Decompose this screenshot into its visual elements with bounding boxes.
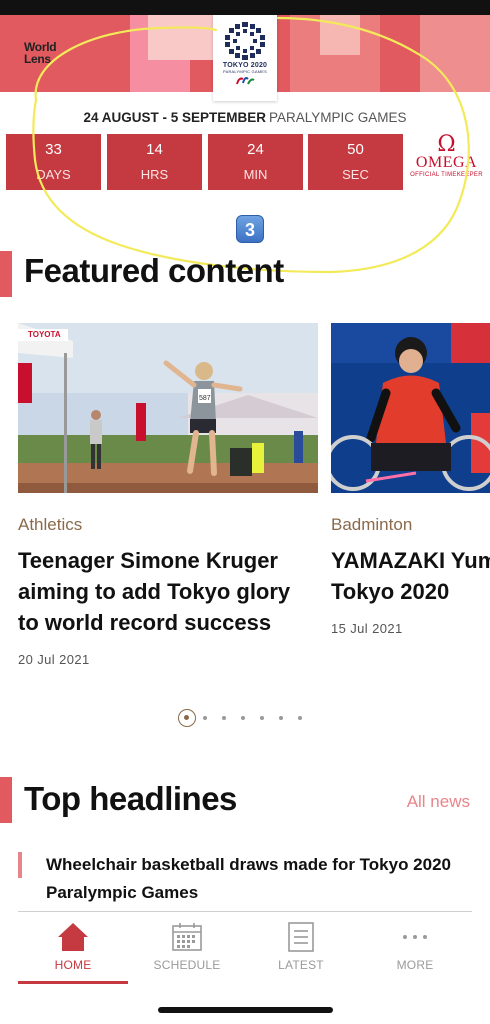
active-tab-indicator [18,981,128,984]
keycap-3-emoji: 3 [236,215,264,243]
featured-title: Featured content [24,252,284,289]
carousel-dot[interactable] [298,716,302,720]
tab-home[interactable]: HOME [18,912,128,984]
emblem-subtitle: PARALYMPIC GAMES [223,69,267,74]
featured-section-marker [0,251,12,297]
carousel-dots[interactable] [178,709,317,727]
emblem-ring-icon [225,22,265,60]
more-dots-icon [403,935,427,939]
world-lens-logo[interactable]: World Lens [24,41,57,65]
card-title: YAMAZAKI Yuma to take Tokyo 2020 [331,548,490,604]
featured-card-athletics[interactable]: TOYOTA 587 Athletics Teenager Simone Kru… [18,323,318,667]
carousel-dot[interactable] [203,716,207,720]
document-icon [288,922,314,952]
tokyo-2020-emblem: TOKYO 2020 PARALYMPIC GAMES [213,15,277,101]
bottom-tab-bar: HOME SCHEDULE LATEST MORE [18,911,472,984]
card-date: 15 Jul 2021 [331,621,403,636]
headlines-section-marker [0,777,12,823]
games-dates: 24 AUGUST - 5 SEPTEMBER [83,110,266,125]
home-icon [58,923,88,951]
tab-latest[interactable]: LATEST [246,912,356,984]
card-title: Teenager Simone Kruger aiming to add Tok… [18,548,291,635]
carousel-dot[interactable] [260,716,264,720]
omega-sponsor-logo[interactable]: Ω OMEGA OFFICIAL TIMEKEEPER [403,132,490,179]
agitos-icon [236,77,255,85]
omega-icon: Ω [437,132,456,157]
sponsor-subtitle: OFFICIAL TIMEKEEPER [410,172,483,178]
tab-schedule[interactable]: SCHEDULE [132,912,242,984]
countdown-days: 33 DAYS [6,134,101,190]
athletics-photo: TOYOTA 587 [18,323,318,493]
carousel-dot[interactable] [222,716,226,720]
badminton-photo [331,323,490,493]
carousel-dot-active[interactable] [178,709,196,727]
carousel-dot[interactable] [241,716,245,720]
carousel-dot[interactable] [279,716,283,720]
sponsor-name: OMEGA [415,154,478,171]
calendar-icon [172,923,202,951]
tab-more[interactable]: MORE [360,912,470,984]
card-date: 20 Jul 2021 [18,652,90,667]
countdown-minutes: 24 MIN [208,134,303,190]
status-bar [0,0,490,15]
svg-text:TOYOTA: TOYOTA [28,330,61,339]
emblem-title: TOKYO 2020 [222,62,268,69]
svg-text:587: 587 [199,395,211,402]
card-category: Athletics [18,515,83,534]
countdown-hours: 14 HRS [107,134,202,190]
featured-card-badminton[interactable]: Badminton YAMAZAKI Yuma to take Tokyo 20… [331,323,490,636]
countdown-seconds: 50 SEC [308,134,403,190]
headline-marker [18,852,22,878]
home-indicator[interactable] [158,1007,333,1013]
games-label: PARALYMPIC GAMES [269,110,407,125]
card-category: Badminton [331,515,413,534]
headlines-title: Top headlines [24,780,237,817]
all-news-link[interactable]: All news [407,792,470,812]
headline-item[interactable]: Wheelchair basketball draws made for Tok… [46,851,466,907]
games-dates-line: 24 AUGUST - 5 SEPTEMBER PARALYMPIC GAMES [0,110,490,125]
